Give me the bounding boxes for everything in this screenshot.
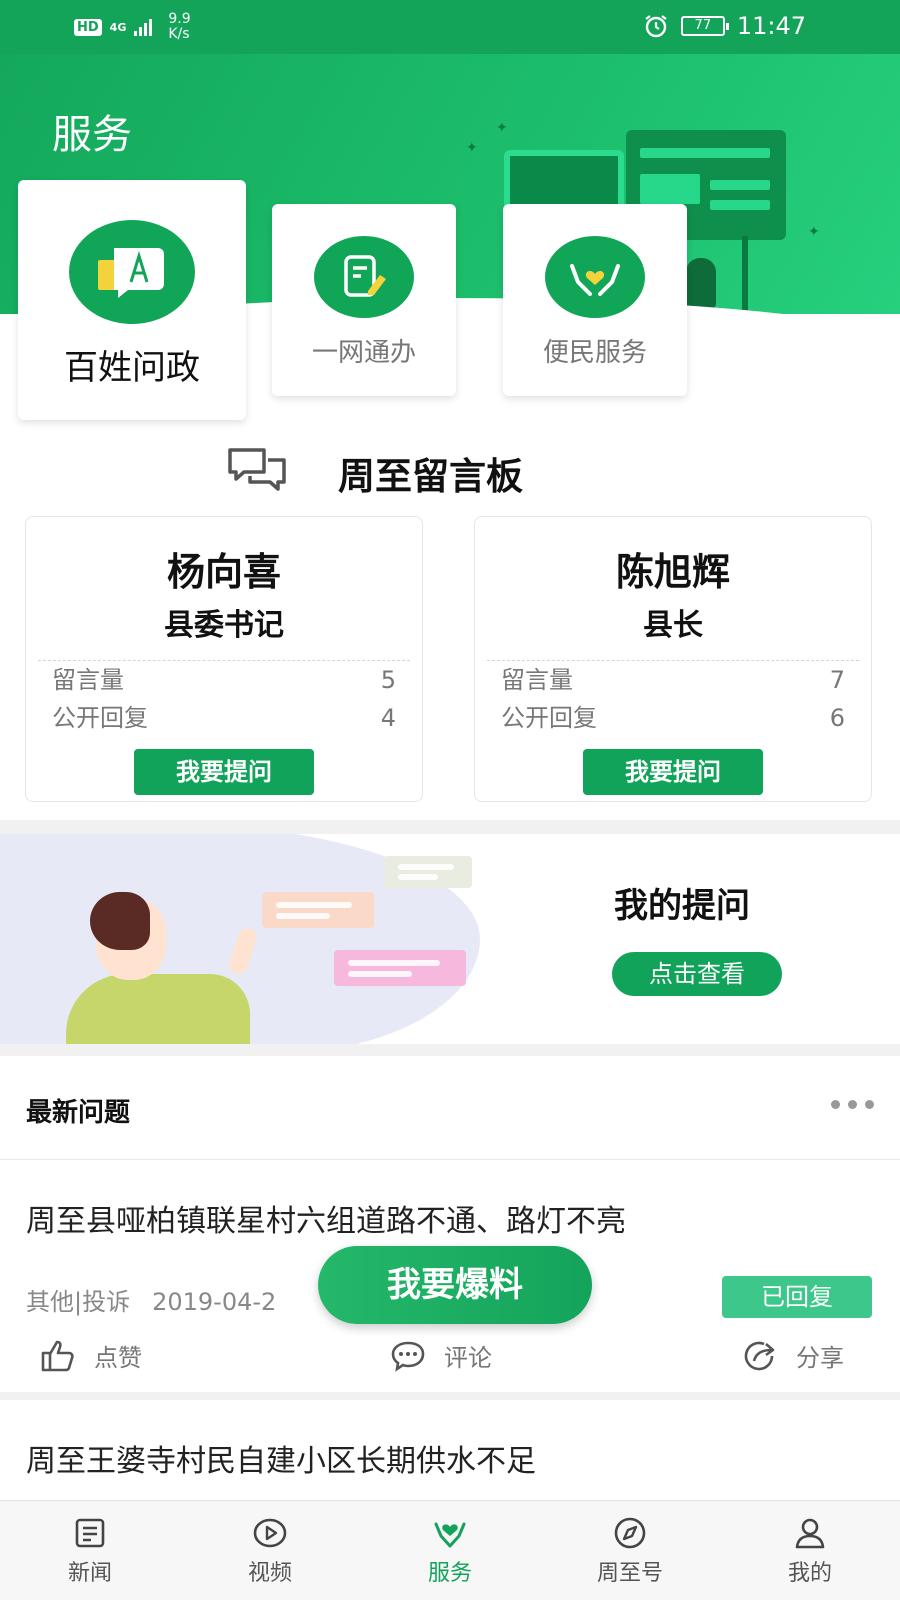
stat-replies: 公开回复 6 [475, 699, 871, 737]
status-bar: HD 4G 9.9 K/s 77 11:47 [0, 0, 900, 54]
report-news-button[interactable]: 我要爆料 [318, 1246, 592, 1324]
nav-label: 周至号 [596, 1561, 663, 1586]
illustration-person-hair [90, 892, 150, 950]
page-title: 服务 [52, 112, 132, 158]
feature-label: 一网通办 [311, 338, 416, 368]
nav-label: 服务 [427, 1561, 472, 1586]
sparkle-icon: ✦ [808, 224, 820, 240]
video-icon [253, 1518, 287, 1548]
stat-messages: 留言量 5 [26, 661, 422, 699]
stat-replies: 公开回复 4 [26, 699, 422, 737]
my-questions-banner[interactable]: 我的提问 点击查看 [0, 834, 900, 1044]
ask-question-button[interactable]: 我要提问 [134, 749, 314, 795]
compass-icon [614, 1517, 646, 1549]
share-button[interactable]: 分享 [742, 1338, 844, 1373]
official-role: 县委书记 [164, 608, 284, 643]
user-icon [795, 1518, 825, 1549]
feature-label: 便民服务 [542, 338, 647, 368]
like-label: 点赞 [94, 1344, 142, 1372]
question-meta: 其他|投诉 2019-04-2 [26, 1282, 276, 1317]
comment-button[interactable]: 评论 [390, 1338, 492, 1373]
feature-card-citizen-inquiry[interactable]: 百姓问政 [18, 180, 246, 420]
illustration-pole [742, 236, 748, 316]
nav-item-mine[interactable]: 我的 [720, 1501, 900, 1600]
my-questions-title: 我的提问 [614, 886, 750, 926]
illustration-person [686, 258, 716, 308]
like-button[interactable]: 点赞 [40, 1338, 142, 1373]
feature-label: 百姓问政 [64, 348, 200, 388]
network-speed: 9.9 K/s [168, 12, 190, 42]
latest-questions-title: 最新问题 [26, 1098, 131, 1128]
document-pen-icon [314, 236, 414, 318]
thumbs-up-icon [41, 1340, 74, 1371]
sparkle-icon: ✦ [496, 120, 508, 136]
official-name: 杨向喜 [166, 550, 281, 594]
hd-indicator: HD [74, 18, 102, 36]
alarm-icon [645, 15, 667, 38]
latest-questions-header: 最新问题 [0, 1056, 900, 1160]
comment-icon [391, 1341, 425, 1372]
official-card: 陈旭辉 县长 留言量 7 公开回复 6 我要提问 [474, 516, 872, 802]
stat-value: 6 [829, 704, 845, 732]
section-separator [0, 1392, 900, 1400]
status-right: 77 11:47 [643, 12, 806, 40]
stat-label: 留言量 [52, 666, 124, 694]
ask-question-button[interactable]: 我要提问 [583, 749, 763, 795]
battery-indicator: 77 [680, 16, 729, 36]
status-badge: 已回复 [722, 1276, 872, 1318]
question-title[interactable]: 周至县哑柏镇联星村六组道路不通、路灯不亮 [26, 1196, 626, 1240]
chat-bubbles-icon [228, 448, 286, 491]
feature-card-convenience[interactable]: 便民服务 [503, 204, 687, 396]
network-type: 4G [109, 20, 127, 34]
speech-bubble [262, 892, 374, 928]
sparkle-icon: ✦ [466, 140, 478, 156]
share-icon [744, 1341, 775, 1370]
question-title[interactable]: 周至王婆寺村民自建小区长期供水不足 [26, 1436, 536, 1480]
comment-label: 评论 [444, 1344, 492, 1372]
feature-card-one-stop[interactable]: 一网通办 [272, 204, 456, 396]
speed-unit: K/s [168, 26, 190, 42]
status-left: HD 4G 9.9 K/s [74, 12, 191, 42]
message-board-title: 周至留言板 [338, 455, 523, 498]
section-separator [0, 1044, 900, 1056]
nav-label: 我的 [787, 1561, 832, 1586]
speech-bubble [384, 856, 472, 888]
stat-label: 留言量 [501, 666, 573, 694]
service-icon [434, 1522, 466, 1548]
official-role: 县长 [643, 608, 703, 643]
share-label: 分享 [796, 1344, 844, 1372]
question-category: 其他|投诉 [26, 1288, 131, 1316]
view-my-questions-button[interactable]: 点击查看 [612, 952, 782, 996]
nav-item-service[interactable]: 服务 [360, 1501, 540, 1600]
nav-item-video[interactable]: 视频 [180, 1501, 360, 1600]
stat-label: 公开回复 [501, 704, 597, 732]
nav-label: 新闻 [67, 1561, 112, 1586]
nav-item-news[interactable]: 新闻 [0, 1501, 180, 1600]
stat-value: 7 [829, 666, 845, 694]
question-item[interactable]: 周至王婆寺村民自建小区长期供水不足 [0, 1400, 900, 1500]
stat-value: 4 [380, 704, 396, 732]
nav-item-zhouzhi[interactable]: 周至号 [540, 1501, 720, 1600]
status-time: 11:47 [736, 12, 806, 40]
message-board-header: 周至留言板 [0, 440, 900, 500]
hands-heart-icon [545, 236, 645, 318]
illustration-person-body [66, 974, 250, 1044]
stat-messages: 留言量 7 [475, 661, 871, 699]
chat-letter-icon [69, 220, 195, 324]
official-name: 陈旭辉 [615, 550, 730, 594]
stat-value: 5 [380, 666, 396, 694]
question-actions: 点赞 评论 分享 [0, 1338, 900, 1386]
speed-value: 9.9 [168, 11, 191, 27]
stat-label: 公开回复 [52, 704, 148, 732]
nav-label: 视频 [247, 1561, 292, 1586]
bottom-nav: 新闻 视频 服务 周至号 我的 [0, 1500, 900, 1600]
speech-bubble [334, 950, 466, 986]
section-separator [0, 820, 900, 834]
news-icon [75, 1518, 105, 1548]
official-card: 杨向喜 县委书记 留言量 5 公开回复 4 我要提问 [25, 516, 423, 802]
more-dots-icon[interactable] [831, 1100, 874, 1109]
signal-icon [134, 18, 153, 36]
question-date: 2019-04-2 [152, 1288, 277, 1316]
